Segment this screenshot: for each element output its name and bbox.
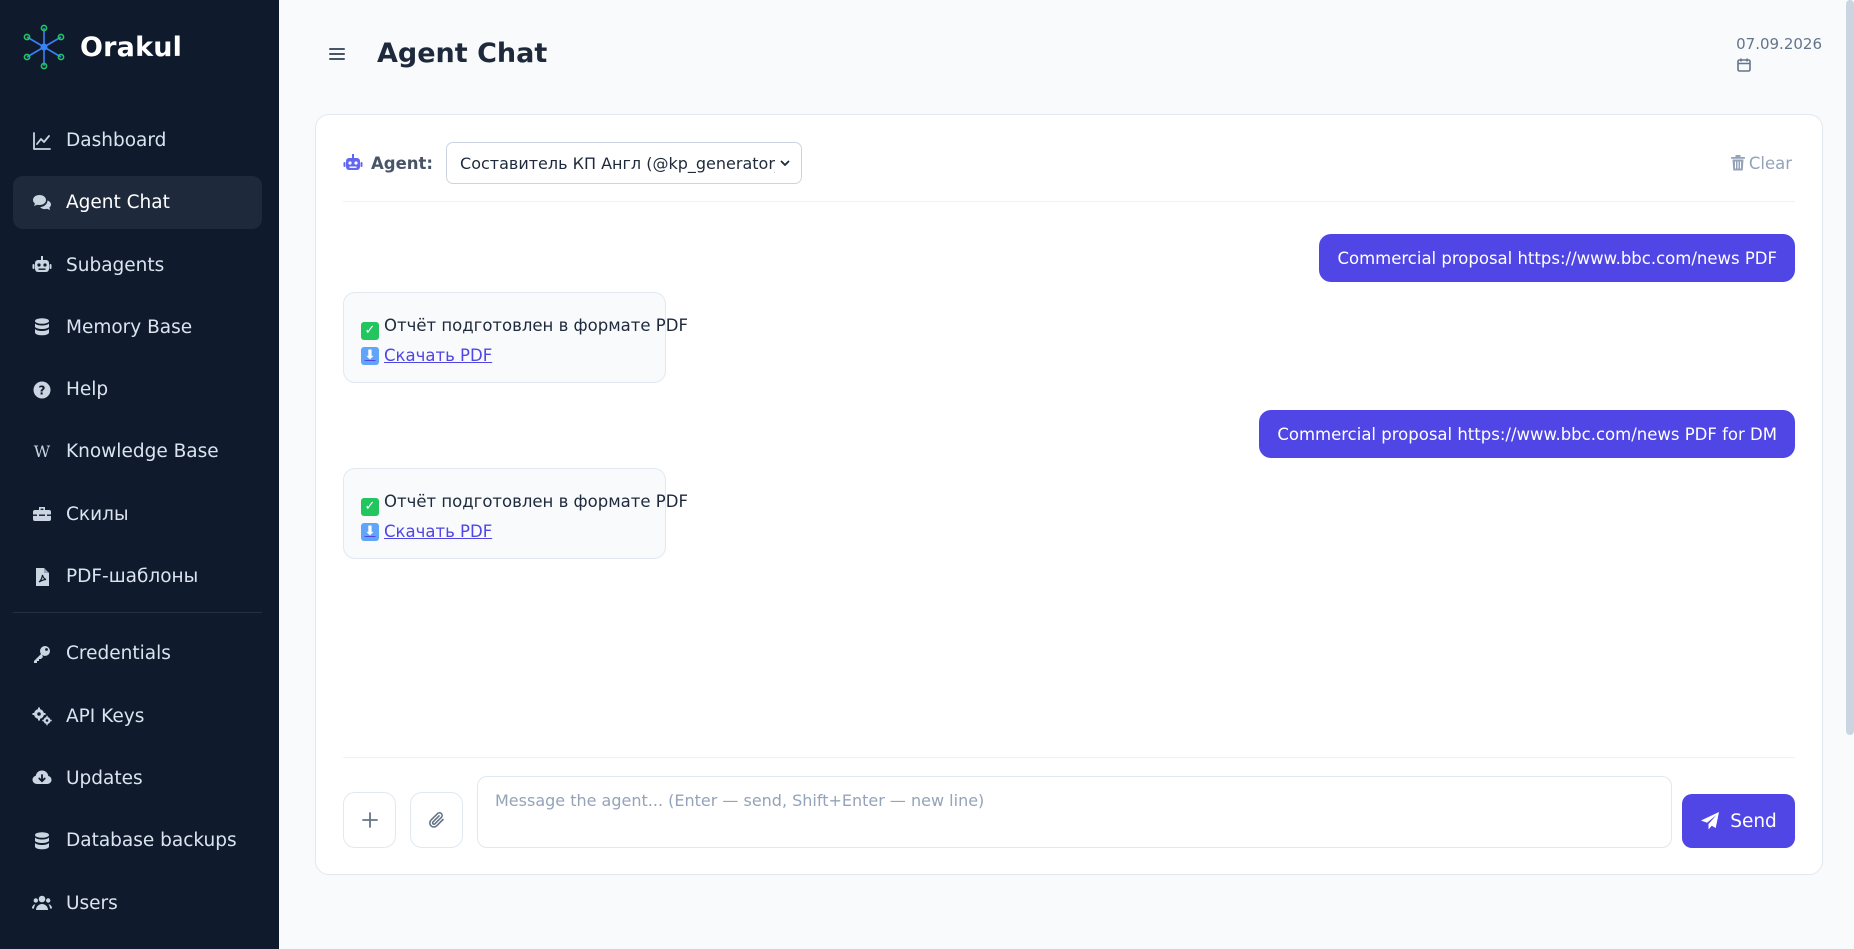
chart-line-icon (30, 129, 54, 153)
brand-name: Orakul (80, 31, 183, 63)
sidebar-item-label: Help (66, 379, 109, 401)
user-message: Commercial proposal https://www.bbc.com/… (1259, 410, 1795, 458)
wikipedia-icon: W (30, 440, 54, 464)
sidebar-item-label: Agent Chat (66, 192, 170, 214)
sidebar-item-label: Database backups (66, 830, 237, 852)
sidebar-item-api-keys[interactable]: API Keys (13, 690, 262, 743)
sidebar-item-help[interactable]: ? Help (13, 363, 262, 416)
sidebar-item-label: PDF-шаблоны (66, 566, 199, 588)
sidebar-item-users[interactable]: Users (13, 877, 262, 930)
trash-icon (1730, 155, 1745, 171)
message-text: Отчёт подготовлен в формате PDF (384, 492, 688, 511)
sidebar-item-label: Knowledge Base (66, 441, 219, 463)
download-link-text: Скачать PDF (384, 346, 493, 365)
send-button[interactable]: Send (1682, 794, 1795, 848)
robot-icon (343, 154, 363, 170)
calendar-icon (1737, 58, 1751, 72)
sidebar-item-label: Subagents (66, 254, 165, 276)
page-scrollbar[interactable] (1846, 0, 1854, 735)
sidebar-item-label: Updates (66, 767, 143, 789)
svg-text:W: W (34, 442, 51, 461)
paper-plane-icon (1701, 812, 1720, 830)
bot-message: ✓ Отчёт подготовлен в формате PDF ⬇ Скачат… (343, 468, 688, 559)
database-icon (30, 829, 54, 853)
key-icon (30, 642, 54, 666)
sidebar-nav: Dashboard Agent Chat Subagents Memory Ba… (13, 114, 262, 939)
brand[interactable]: Orakul (22, 24, 182, 70)
agent-label: Agent: (343, 142, 433, 184)
robot-icon (30, 253, 54, 277)
chat-card: Agent: Составитель КП Англ (@kp_generato… (315, 114, 1823, 875)
hamburger-menu-icon[interactable] (327, 44, 347, 64)
agent-select[interactable]: Составитель КП Англ (@kp_generator_en_r (446, 142, 803, 184)
download-link-text: Скачать PDF (384, 522, 493, 541)
check-mark-icon: ✓ (361, 498, 379, 516)
chat-toolbar: Agent: Составитель КП Англ (@kp_generato… (343, 142, 1795, 202)
sidebar: Orakul Dashboard Agent Chat Subagents Me… (0, 0, 279, 949)
sidebar-item-label: API Keys (66, 705, 145, 727)
paperclip-icon (428, 812, 444, 828)
sidebar-item-label: Memory Base (66, 316, 193, 338)
send-button-label: Send (1730, 810, 1777, 832)
toolbox-icon (30, 502, 54, 526)
cloud-download-icon (30, 766, 54, 790)
download-arrow-icon: ⬇ (361, 523, 379, 541)
database-icon (30, 315, 54, 339)
agent-select-value: Составитель КП Англ (@kp_generator_en_r (460, 153, 775, 173)
network-logo-icon (23, 24, 65, 70)
message-text: Commercial proposal https://www.bbc.com/… (1337, 248, 1777, 268)
plus-icon (361, 812, 378, 828)
attach-button[interactable] (410, 792, 463, 848)
sidebar-divider (13, 612, 262, 614)
chevron-down-icon (780, 160, 790, 166)
clear-button-label: Clear (1748, 153, 1792, 173)
clear-button[interactable]: Clear (1730, 142, 1792, 184)
sidebar-item-label: Credentials (66, 643, 171, 665)
sidebar-item-dashboard[interactable]: Dashboard (13, 114, 262, 167)
sidebar-item-knowledge-base[interactable]: W Knowledge Base (13, 425, 262, 478)
sidebar-item-label: Users (66, 892, 118, 914)
sidebar-item-updates[interactable]: Updates (13, 752, 262, 805)
sidebar-item-memory-base[interactable]: Memory Base (13, 301, 262, 354)
sidebar-item-skills[interactable]: Скилы (13, 488, 262, 541)
users-icon (30, 891, 54, 915)
gears-icon (30, 704, 54, 728)
message-text: Commercial proposal https://www.bbc.com/… (1277, 424, 1777, 444)
sidebar-item-database-backups[interactable]: Database backups (13, 814, 262, 867)
page-title: Agent Chat (377, 38, 548, 69)
message-list: Commercial proposal https://www.bbc.com/… (343, 203, 1795, 757)
agent-label-text: Agent: (371, 153, 434, 173)
message-composer: Send (343, 757, 1795, 857)
file-pdf-icon (30, 565, 54, 589)
user-message: Commercial proposal https://www.bbc.com/… (1319, 234, 1795, 282)
sidebar-item-credentials[interactable]: Credentials (13, 627, 262, 680)
sidebar-item-label: Скилы (66, 503, 129, 525)
question-circle-icon: ? (30, 378, 54, 402)
sidebar-item-label: Dashboard (66, 130, 167, 151)
sidebar-item-pdf-templates[interactable]: PDF-шаблоны (13, 550, 262, 603)
chat-bubbles-icon (30, 191, 54, 215)
bot-message: ✓ Отчёт подготовлен в формате PDF ⬇ Скачат… (343, 292, 688, 383)
download-pdf-link[interactable]: ⬇ Скачать PDF (361, 342, 492, 370)
sidebar-item-subagents[interactable]: Subagents (13, 239, 262, 292)
message-input[interactable] (477, 776, 1672, 848)
svg-text:?: ? (39, 383, 46, 397)
sidebar-item-agent-chat[interactable]: Agent Chat (13, 176, 262, 230)
date-indicator[interactable]: 07.09.2026 (1736, 35, 1822, 73)
download-pdf-link[interactable]: ⬇ Скачать PDF (361, 518, 492, 546)
new-chat-button[interactable] (343, 792, 396, 848)
download-arrow-icon: ⬇ (361, 347, 379, 365)
check-mark-icon: ✓ (361, 322, 379, 340)
current-date: 07.09.2026 (1736, 35, 1822, 53)
message-text: Отчёт подготовлен в формате PDF (384, 316, 688, 335)
